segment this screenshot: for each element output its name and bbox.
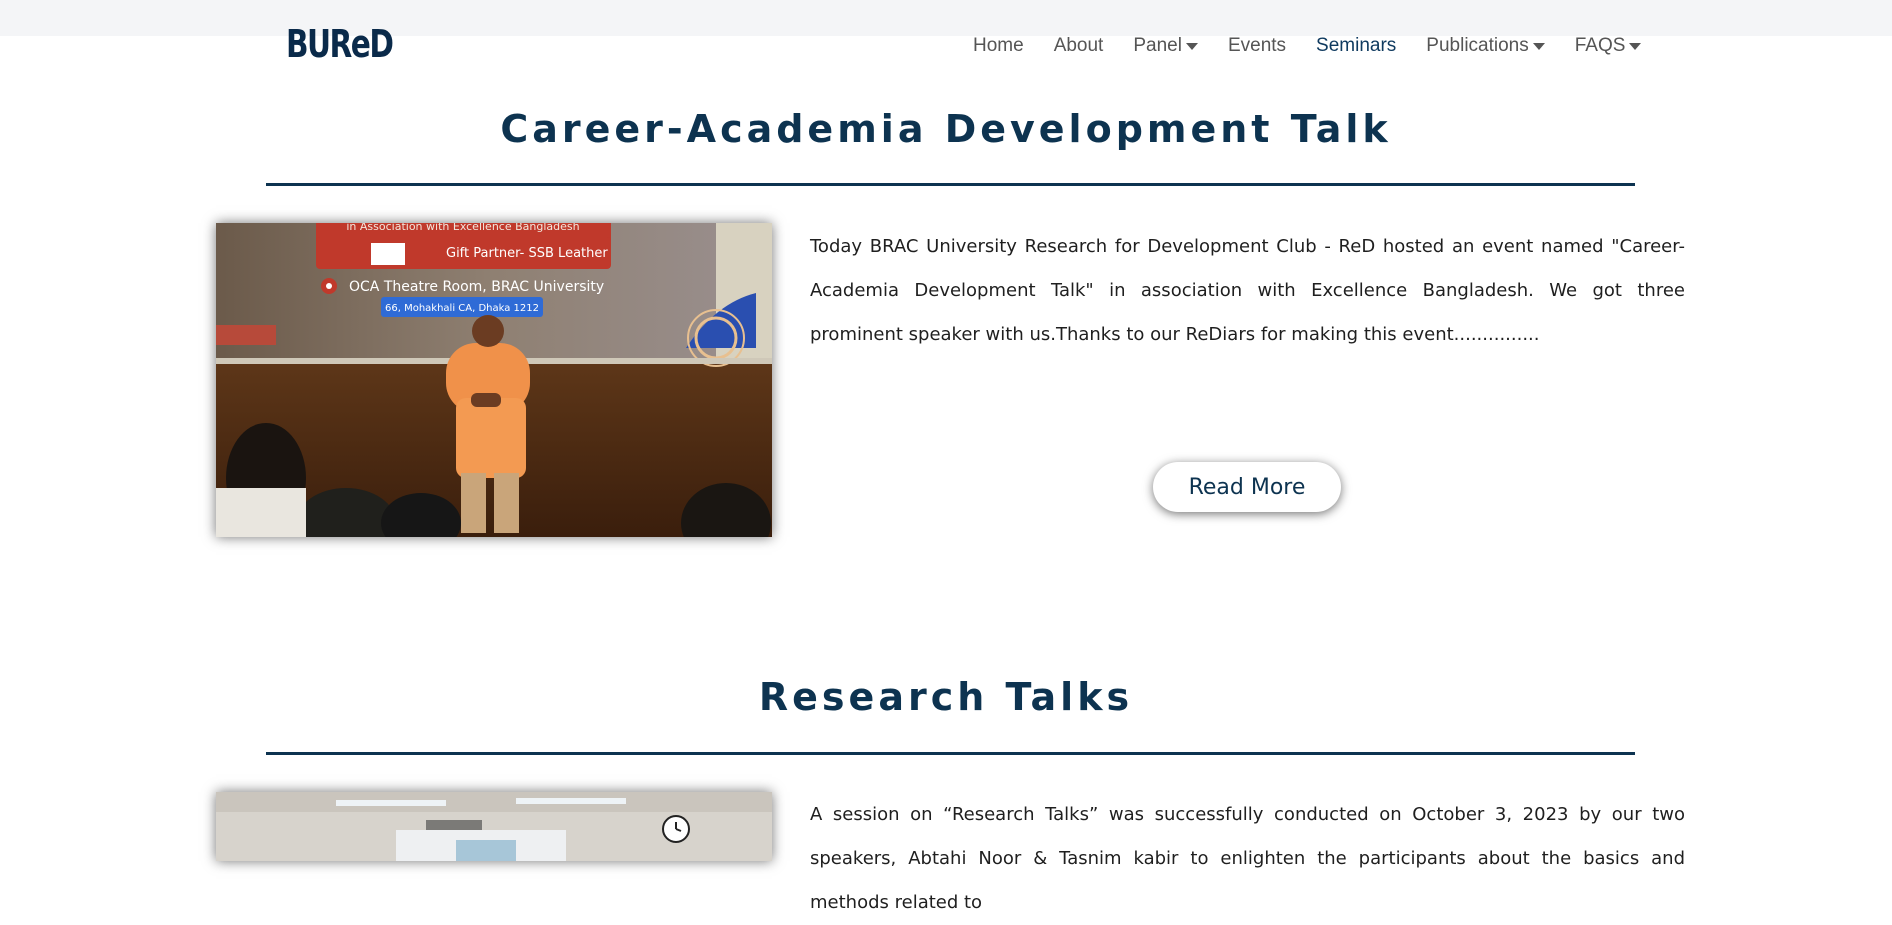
section-title-career-talk: Career-Academia Development Talk: [500, 107, 1392, 151]
event-description-research-talks: A session on “Research Talks” was succes…: [810, 804, 1685, 913]
nav-about-label: About: [1053, 35, 1104, 56]
caret-down-icon: [1185, 42, 1198, 50]
section-divider: [266, 752, 1635, 755]
section-divider: [266, 183, 1635, 186]
banner-line-2: Gift Partner- SSB Leather: [446, 246, 608, 261]
nav-events[interactable]: Events: [1228, 35, 1286, 57]
top-bar: [0, 0, 1892, 36]
nav-faqs[interactable]: FAQS: [1575, 35, 1642, 57]
nav-faqs-label: FAQS: [1574, 35, 1626, 56]
banner-line-4: 66, Mohakhali CA, Dhaka 1212: [385, 303, 539, 314]
banner-line-3: OCA Theatre Room, BRAC University: [349, 279, 604, 295]
nav-publications[interactable]: Publications: [1426, 35, 1545, 57]
banner-line-1: in Association with Excellence Banglades…: [346, 223, 579, 233]
event-description-career-talk: Today BRAC University Research for Devel…: [810, 236, 1685, 345]
read-more-button[interactable]: Read More: [1153, 462, 1341, 512]
nav-events-label: Events: [1227, 35, 1287, 56]
nav-home[interactable]: Home: [973, 35, 1024, 57]
nav-seminars-label: Seminars: [1316, 35, 1397, 56]
nav-seminars[interactable]: Seminars: [1316, 35, 1396, 57]
nav-publications-label: Publications: [1426, 35, 1529, 56]
event-photo-graphic: [216, 792, 772, 861]
nav-panel-label: Panel: [1133, 35, 1182, 56]
section-title-research-talks: Research Talks: [758, 675, 1134, 719]
event-photo-graphic: in Association with Excellence Banglades…: [216, 223, 772, 537]
caret-down-icon: [1629, 42, 1642, 50]
caret-down-icon: [1532, 42, 1545, 50]
event-photo-research-talks[interactable]: [216, 792, 772, 861]
nav-home-label: Home: [973, 35, 1024, 56]
main-nav: Home About Panel Events Seminars Publica…: [973, 34, 1671, 58]
nav-about[interactable]: About: [1054, 35, 1104, 57]
site-logo[interactable]: BUReD: [286, 25, 394, 63]
event-photo-career-talk[interactable]: in Association with Excellence Banglades…: [216, 223, 772, 537]
nav-panel[interactable]: Panel: [1133, 35, 1198, 57]
